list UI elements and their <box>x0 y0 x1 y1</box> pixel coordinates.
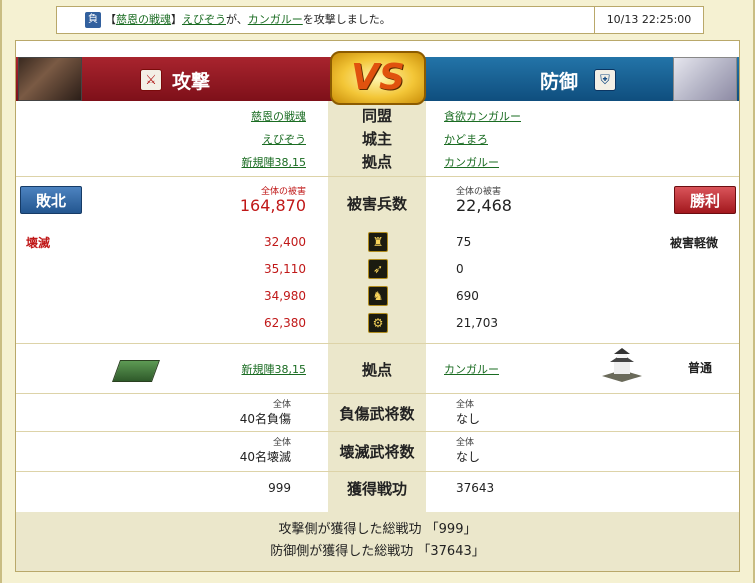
notice-alliance-link[interactable]: 慈恩の戦魂 <box>116 13 171 26</box>
defender-siege-loss: 21,703 <box>456 316 498 330</box>
base-label: 拠点 <box>361 153 392 171</box>
defender-base-status: 普通 <box>688 361 713 375</box>
battle-report-panel: ⚔ 攻撃 防御 ⛨ VS 慈恩の戦魂 同盟 貪欲カンガルー えびぞう 城主 かど… <box>15 40 740 572</box>
attacker-horse-loss: 34,980 <box>264 289 306 303</box>
defender-base-row-link[interactable]: カンガルー <box>444 361 499 377</box>
vs-badge: VS <box>330 51 426 105</box>
attacker-status: 壊滅 <box>26 236 51 250</box>
attacker-lord-link[interactable]: えびぞう <box>196 131 306 147</box>
divider <box>16 176 739 177</box>
attacker-camp-icon <box>111 360 161 382</box>
defender-total-damage: 22,468 <box>456 196 512 215</box>
destroyed-label: 壊滅武将数 <box>339 443 415 461</box>
wounded-attacker-small-label: 全体 <box>272 400 291 410</box>
attacker-spear-loss: 32,400 <box>264 235 306 249</box>
castle-icon <box>602 348 642 382</box>
defender-horse-loss: 690 <box>456 289 479 303</box>
attacker-base-row-link[interactable]: 新規陣38,15 <box>196 361 307 377</box>
merit-label: 獲得戦功 <box>346 480 407 498</box>
destroyed-attacker-small-label: 全体 <box>272 438 291 448</box>
attacker-portrait <box>18 57 82 101</box>
vs-header: ⚔ 攻撃 防御 ⛨ VS <box>16 51 739 105</box>
divider <box>16 343 739 344</box>
base-row-label: 拠点 <box>361 361 392 379</box>
defeat-badge: 負 <box>85 12 101 28</box>
helmet-icon: ⛨ <box>594 69 616 91</box>
horse-icon: ♞ <box>368 286 388 306</box>
attacker-siege-loss: 62,380 <box>264 316 306 330</box>
notice-message: 負 【慈恩の戦魂】えびぞうが、カンガルーを攻撃しました。 <box>57 7 595 33</box>
damage-label: 被害兵数 <box>346 195 407 213</box>
attack-label: 攻撃 <box>172 71 211 93</box>
crossed-swords-icon: ⚔ <box>140 69 162 91</box>
merit-summary: 攻撃側が獲得した総戦功 「999」 防御側が獲得した総戦功 「37643」 <box>16 512 739 571</box>
merit-attacker-value: 999 <box>268 481 291 495</box>
attacker-merit-summary: 攻撃側が獲得した総戦功 「999」 <box>278 522 477 537</box>
divider <box>16 393 739 394</box>
destroyed-defender-value: なし <box>456 450 481 464</box>
defeat-result-button[interactable]: 敗北 <box>20 186 82 214</box>
siege-weapon-icon: ⚙ <box>368 313 388 333</box>
battle-notice: 負 【慈恩の戦魂】えびぞうが、カンガルーを攻撃しました。 10/13 22:25… <box>56 6 704 34</box>
destroyed-defender-small-label: 全体 <box>456 438 475 448</box>
defender-spear-loss: 75 <box>456 235 472 249</box>
alliance-label: 同盟 <box>361 107 392 125</box>
notice-datetime: 10/13 22:25:00 <box>606 13 692 26</box>
defender-alliance-link[interactable]: 貪欲カンガルー <box>444 108 521 124</box>
victory-result-button[interactable]: 勝利 <box>674 186 736 214</box>
defender-lord-link[interactable]: かどまろ <box>444 131 488 147</box>
defense-label: 防御 <box>540 71 579 93</box>
defender-base-link[interactable]: カンガルー <box>444 154 499 170</box>
notice-player-link[interactable]: えびぞう <box>182 13 226 26</box>
destroyed-attacker-value: 40名壊滅 <box>239 450 291 464</box>
bow-icon: ➶ <box>368 259 388 279</box>
wounded-attacker-value: 40名負傷 <box>239 412 291 426</box>
defender-portrait <box>673 57 737 101</box>
wounded-defender-value: なし <box>456 412 481 426</box>
attacker-alliance-link[interactable]: 慈恩の戦魂 <box>196 108 306 124</box>
lord-label: 城主 <box>361 130 392 148</box>
merit-defender-value: 37643 <box>456 481 495 495</box>
attacker-base-link[interactable]: 新規陣38,15 <box>196 154 307 170</box>
divider <box>16 431 739 432</box>
attacker-total-damage: 164,870 <box>239 196 306 215</box>
divider <box>16 471 739 472</box>
wounded-defender-small-label: 全体 <box>456 400 475 410</box>
spear-infantry-icon: ♜ <box>368 232 388 252</box>
notice-target-link[interactable]: カンガルー <box>248 13 303 26</box>
wounded-label: 負傷武将数 <box>339 405 415 423</box>
attacker-bow-loss: 35,110 <box>264 262 306 276</box>
defender-bow-loss: 0 <box>456 262 464 276</box>
notice-text: 【慈恩の戦魂】えびぞうが、カンガルーを攻撃しました。 <box>105 13 391 26</box>
defender-merit-summary: 防御側が獲得した総戦功 「37643」 <box>270 544 485 559</box>
defender-status: 被害軽微 <box>670 236 719 250</box>
